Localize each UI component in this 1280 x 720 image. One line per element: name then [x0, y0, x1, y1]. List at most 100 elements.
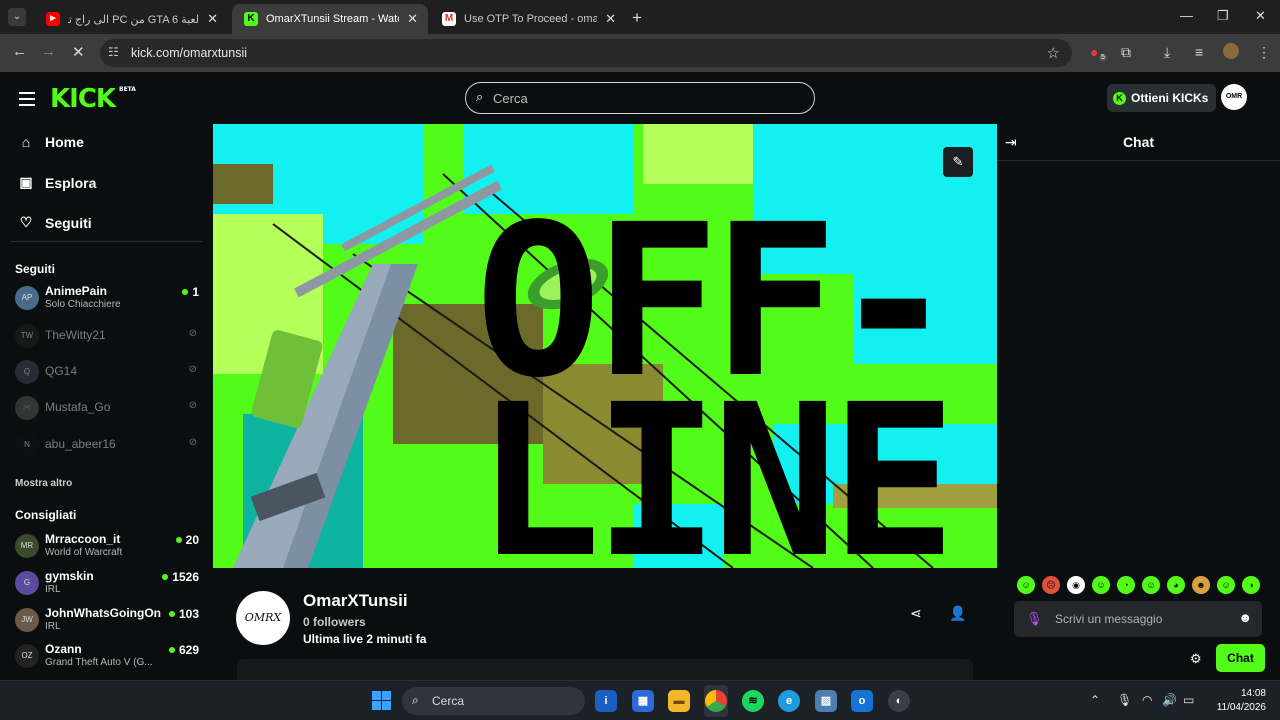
- channel-name: OmarXTunsii: [303, 591, 408, 610]
- channel-category: World of Warcraft: [45, 547, 123, 558]
- show-more-link[interactable]: Mostra altro: [15, 478, 72, 489]
- browser-tab-gmail[interactable]: M Use OTP To Proceed - omarlam ✕: [430, 4, 626, 34]
- wifi-icon[interactable]: ◠: [1142, 693, 1152, 707]
- followed-channel[interactable]: TW TheWitty21 ⊘: [15, 320, 205, 354]
- profile-avatar-icon[interactable]: [1223, 43, 1239, 59]
- chrome-icon[interactable]: [705, 690, 727, 712]
- follow-user-icon[interactable]: 👤: [949, 605, 966, 622]
- address-bar[interactable]: ☷ kick.com/omarxtunsii ☆: [100, 39, 1072, 67]
- tab-title: لعبة GTA 6 من PC الى راج تنزل أ: [68, 13, 200, 26]
- emote-icon[interactable]: ☹: [1042, 576, 1060, 594]
- emote-icon[interactable]: ◑: [1242, 576, 1260, 594]
- channel-category: IRL: [45, 621, 61, 632]
- kick-logo[interactable]: KICK BETA: [50, 84, 136, 114]
- file-explorer-icon[interactable]: ▬: [668, 690, 690, 712]
- close-tab-icon[interactable]: ✕: [407, 11, 418, 27]
- browser-tab-kick[interactable]: K OmarXTunsii Stream - Watch Li ✕: [232, 4, 428, 34]
- emote-icon[interactable]: ☺: [1017, 576, 1035, 594]
- microphone-icon[interactable]: 🎙: [1026, 611, 1043, 627]
- taskbar-search-input[interactable]: ⌕ Cerca: [402, 687, 585, 715]
- gear-icon[interactable]: ⚙: [1190, 651, 1202, 667]
- store-icon[interactable]: ▦: [632, 690, 654, 712]
- media-control-icon[interactable]: ≡: [1195, 44, 1203, 60]
- windows-taskbar: ⌕ Cerca i ▦ ▬ ≋ e ▨ o ◐ ⌃ 🎙 ◠ 🔊 ▭ 14:08 …: [0, 680, 1280, 720]
- offline-text-line2: LINE: [475, 359, 949, 568]
- browser-tab-youtube[interactable]: ▶ لعبة GTA 6 من PC الى راج تنزل أ ✕: [34, 4, 228, 34]
- emote-icon[interactable]: ◔: [1117, 576, 1135, 594]
- search-input[interactable]: ⌕ Cerca: [465, 82, 815, 114]
- battery-icon[interactable]: ▭: [1183, 693, 1194, 707]
- send-chat-button[interactable]: Chat: [1216, 644, 1265, 672]
- channel-avatar[interactable]: OMRX: [236, 591, 290, 645]
- edit-pencil-icon[interactable]: ✎: [943, 147, 973, 177]
- close-tab-icon[interactable]: ✕: [207, 11, 218, 27]
- get-kicks-button[interactable]: K Ottieni KICKs: [1107, 84, 1217, 112]
- avatar: TW: [15, 324, 39, 348]
- taskbar-clock[interactable]: 14:08 11/04/2026: [1206, 687, 1266, 715]
- menu-hamburger-icon[interactable]: [19, 92, 35, 110]
- photos-icon[interactable]: ▨: [815, 690, 837, 712]
- share-icon[interactable]: ⋖: [910, 605, 922, 622]
- divider: [997, 160, 1280, 161]
- recommended-channel[interactable]: MR Mrraccoon_it World of Warcraft 20: [15, 530, 205, 564]
- channel-name: JohnWhatsGoingOn: [45, 606, 161, 620]
- live-dot-icon: [182, 289, 189, 295]
- emote-icon[interactable]: ☺: [1142, 576, 1160, 594]
- browser-menu-icon[interactable]: ⋮: [1257, 44, 1271, 61]
- emote-icon[interactable]: ☻: [1192, 576, 1210, 594]
- gmail-icon: M: [442, 12, 456, 26]
- url-text: kick.com/omarxtunsii: [131, 46, 247, 60]
- new-tab-icon[interactable]: +: [632, 8, 642, 28]
- spotify-icon[interactable]: ≋: [742, 690, 764, 712]
- stop-loading-icon[interactable]: ✕: [72, 43, 85, 61]
- recommended-channel[interactable]: OZ Ozann Grand Theft Auto V (G... 629: [15, 640, 205, 674]
- back-icon[interactable]: ←: [12, 43, 27, 60]
- logo-text: KICK: [50, 84, 116, 114]
- bookmark-star-icon[interactable]: ☆: [1047, 44, 1060, 62]
- avatar[interactable]: OMR: [1221, 84, 1247, 110]
- tab-search-chevron-icon[interactable]: ⌄: [8, 8, 26, 26]
- emote-icon[interactable]: ◕: [1167, 576, 1185, 594]
- sidebar-item-label: Seguiti: [45, 214, 92, 231]
- emoji-picker-icon[interactable]: ☻: [1238, 610, 1252, 625]
- download-icon[interactable]: ⤓: [1164, 44, 1170, 61]
- site-info-icon[interactable]: ☷: [108, 45, 119, 59]
- sidebar-item-label: Esplora: [45, 174, 97, 191]
- restore-icon[interactable]: ❐: [1217, 8, 1229, 24]
- outlook-icon[interactable]: o: [851, 690, 873, 712]
- sidebar-item-explore[interactable]: ▣ Esplora: [18, 174, 96, 191]
- followed-channel[interactable]: N abu_abeer16 ⊘: [15, 429, 205, 463]
- emote-icon[interactable]: ◉: [1067, 576, 1085, 594]
- followed-channel[interactable]: Q QG14 ⊘: [15, 356, 205, 390]
- divider: [10, 241, 203, 242]
- recommended-section-title: Consigliati: [15, 508, 77, 522]
- clock-date: 11/04/2026: [1216, 702, 1266, 713]
- live-dot-icon: [168, 611, 175, 617]
- info-app-icon[interactable]: i: [595, 690, 617, 712]
- microphone-icon[interactable]: 🎙: [1117, 693, 1132, 707]
- recommended-channel[interactable]: G gymskin IRL 1526: [15, 567, 205, 601]
- extensions-puzzle-icon[interactable]: ⧉: [1121, 44, 1131, 61]
- followed-channel[interactable]: 🎮 Mustafa_Go ⊘: [15, 392, 205, 426]
- chat-message-input[interactable]: 🎙 Scrivi un messaggio ☻: [1014, 601, 1262, 637]
- avatar: OZ: [15, 644, 39, 668]
- app-icon[interactable]: ◐: [888, 690, 910, 712]
- edge-icon[interactable]: e: [778, 690, 800, 712]
- volume-icon[interactable]: 🔊: [1162, 693, 1177, 707]
- close-tab-icon[interactable]: ✕: [605, 11, 616, 27]
- emote-icon[interactable]: ☺: [1092, 576, 1110, 594]
- chevron-up-icon[interactable]: ⌃: [1090, 693, 1100, 707]
- windows-start-icon[interactable]: [372, 691, 391, 710]
- extension-icon[interactable]: ●: [1090, 44, 1098, 60]
- minimize-icon[interactable]: —: [1180, 8, 1193, 23]
- close-window-icon[interactable]: ✕: [1255, 8, 1266, 24]
- recommended-channel[interactable]: JW JohnWhatsGoingOn IRL 103: [15, 604, 205, 638]
- sidebar-item-following[interactable]: ♡ Seguiti: [18, 214, 92, 231]
- chat-input-placeholder: Scrivi un messaggio: [1055, 612, 1163, 626]
- followed-channel[interactable]: AP AnimePain Solo Chiacchiere 1: [15, 282, 205, 316]
- compass-icon: ▣: [19, 174, 33, 190]
- sidebar-item-home[interactable]: ⌂ Home: [18, 134, 84, 150]
- emote-icon[interactable]: ☺: [1217, 576, 1235, 594]
- forward-icon[interactable]: →: [41, 43, 56, 60]
- video-player-offline-banner[interactable]: OFF- LINE: [213, 124, 997, 568]
